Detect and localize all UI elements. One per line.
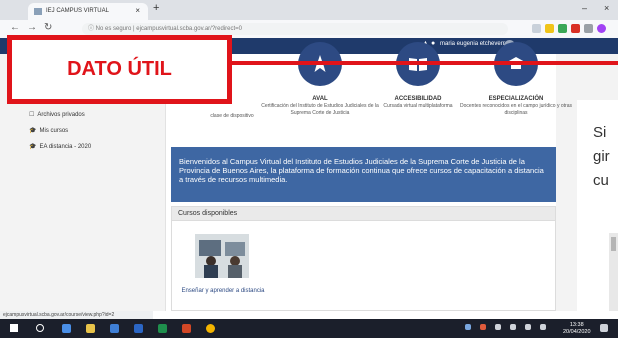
notifications-icon[interactable]: [600, 324, 608, 332]
tray-icon[interactable]: [495, 324, 501, 330]
nav-item-label: EA distancia - 2020: [39, 144, 92, 150]
user-name[interactable]: maria eugenia etcheverr: [440, 41, 505, 47]
taskbar-clock[interactable]: 13:38 20/04/2020: [563, 322, 591, 336]
course-image: [195, 234, 249, 278]
volume-icon[interactable]: [525, 324, 531, 330]
scrollbar-thumb[interactable]: [611, 237, 616, 251]
tray-icon[interactable]: [465, 324, 471, 330]
reload-icon[interactable]: ↻: [44, 22, 52, 33]
course-link[interactable]: Enseñar y aprender a distancia: [180, 288, 266, 295]
network-icon[interactable]: [510, 324, 516, 330]
windows-taskbar: 13:38 20/04/2020: [0, 319, 618, 338]
clock-date: 20/04/2020: [563, 329, 591, 335]
file-icon: ☐: [29, 112, 35, 118]
courses-panel: Cursos disponibles Enseñar y aprender a …: [171, 206, 556, 311]
profile-icon[interactable]: [597, 24, 606, 33]
excel-icon[interactable]: [158, 324, 167, 333]
site-favicon-icon: [34, 8, 42, 15]
status-url: ejcampusvirtual.scba.gov.ar/course/view.…: [0, 311, 153, 319]
callout-line: [232, 61, 618, 65]
zoom-icon[interactable]: [532, 24, 541, 33]
nav-item-my-courses[interactable]: 🎓 Mis cursos: [29, 127, 68, 134]
courses-heading: Cursos disponibles: [172, 207, 555, 221]
scrollbar[interactable]: [609, 233, 618, 311]
nav-item-label: Archivos privados: [37, 112, 85, 118]
address-bar[interactable]: ⓘ No es seguro | ejcampusvirtual.scba.go…: [82, 23, 508, 35]
close-window-button[interactable]: ×: [604, 3, 609, 13]
extension-icon[interactable]: [584, 24, 593, 33]
minimize-button[interactable]: –: [582, 3, 587, 13]
extension-icon[interactable]: [571, 24, 580, 33]
tab-title: IEJ CAMPUS VIRTUAL: [46, 8, 109, 14]
new-tab-button[interactable]: +: [153, 2, 159, 14]
feature-description: Docentes reconocidos en el campo jurídic…: [459, 103, 572, 116]
tab-close-icon[interactable]: ×: [135, 6, 140, 15]
graduation-cap-icon: 🎓: [29, 128, 37, 134]
side-text: cu: [593, 172, 609, 189]
task-view-icon[interactable]: [62, 324, 71, 333]
callout-box: DATO ÚTIL: [7, 35, 232, 104]
side-text: gir: [593, 148, 610, 165]
nav-item-label: Mis cursos: [39, 128, 69, 134]
back-icon[interactable]: ←: [10, 22, 20, 33]
search-icon[interactable]: [36, 324, 44, 332]
forward-icon[interactable]: →: [27, 22, 37, 33]
screenshot: IEJ CAMPUS VIRTUAL × + – × ← → ↻ ⓘ No es…: [0, 0, 618, 338]
course-thumbnail[interactable]: [195, 234, 249, 278]
store-icon[interactable]: [110, 324, 119, 333]
powerpoint-icon[interactable]: [182, 324, 191, 333]
nav-item-private-files[interactable]: ☐ Archivos privados: [29, 111, 85, 118]
clock-time: 13:38: [569, 322, 584, 328]
nav-item-course[interactable]: 🎓 EA distancia - 2020: [29, 143, 91, 150]
file-explorer-icon[interactable]: [86, 324, 95, 333]
bookmark-star-icon[interactable]: [545, 24, 554, 33]
windows-start-icon[interactable]: [10, 324, 18, 332]
extension-icon[interactable]: [558, 24, 567, 33]
language-icon[interactable]: [540, 324, 546, 330]
callout-label: DATO ÚTIL: [67, 58, 172, 80]
tray-icon[interactable]: [480, 324, 486, 330]
word-icon[interactable]: [134, 324, 143, 333]
side-text: Si: [593, 124, 607, 141]
browser-tab-bar: IEJ CAMPUS VIRTUAL × + – ×: [0, 0, 618, 20]
feature-title: ESPECIALIZACIÓN: [488, 96, 544, 102]
graduation-cap-icon: 🎓: [29, 144, 37, 150]
welcome-banner: Bienvenidos al Campus Virtual del Instit…: [171, 147, 556, 202]
chrome-icon[interactable]: [206, 324, 215, 333]
browser-tab[interactable]: IEJ CAMPUS VIRTUAL ×: [28, 3, 148, 20]
